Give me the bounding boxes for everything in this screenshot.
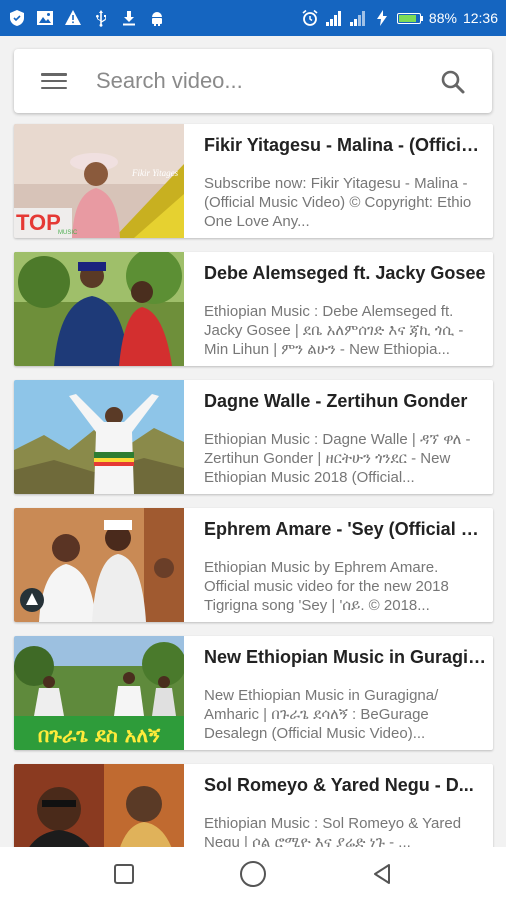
warning-icon: [64, 9, 82, 27]
image-icon: [36, 9, 54, 27]
video-card[interactable]: Dagne Walle - Zertihun Gonder Ethiopian …: [14, 380, 493, 494]
video-description: Ethiopian Music : Debe Alemseged ft. Jac…: [204, 303, 464, 358]
navigation-bar: [0, 847, 506, 900]
clock: 12:36: [462, 10, 498, 26]
video-thumbnail[interactable]: [14, 380, 184, 494]
thumb-caption: Fikir Yitages: [131, 168, 179, 178]
video-card[interactable]: Ephrem Amare - 'Sey (Official Music Vide…: [14, 508, 493, 622]
battery-percent: 88%: [428, 10, 457, 26]
search-bar: [14, 49, 492, 113]
video-card[interactable]: Debe Alemseged ft. Jacky Gosee Ethiopian…: [14, 252, 493, 366]
signal-icon: [325, 9, 343, 27]
search-input[interactable]: [94, 67, 418, 95]
video-card[interactable]: በጉራጌ ደስ አለኝ New Ethiopian Music in Gurag…: [14, 636, 493, 750]
video-thumbnail[interactable]: TOP MUSIC Fikir Yitages: [14, 124, 184, 238]
video-thumbnail[interactable]: [14, 252, 184, 366]
video-description: New Ethiopian Music in Guragigna/ Amhari…: [204, 687, 439, 742]
usb-icon: [92, 9, 110, 27]
recents-icon: [114, 863, 135, 884]
video-description: Subscribe now: Fikir Yitagesu - Malina -…: [204, 175, 472, 230]
recents-button[interactable]: [104, 854, 144, 894]
video-list: TOP MUSIC Fikir Yitages Fikir Yitagesu -…: [14, 124, 493, 892]
back-button[interactable]: [362, 854, 402, 894]
thumb-badge-sub: MUSIC: [58, 230, 78, 236]
back-icon: [373, 863, 390, 884]
home-icon: [239, 860, 266, 887]
thumb-badge: TOP: [16, 210, 61, 235]
video-thumbnail[interactable]: [14, 508, 184, 622]
signal-icon: [349, 9, 367, 27]
shield-icon: [8, 9, 26, 27]
video-title: Fikir Yitagesu - Malina - (Official Musi…: [204, 135, 487, 155]
video-description: Ethiopian Music : Dagne Walle | ዳኘ ዋለ - …: [204, 431, 471, 486]
system-status: 88% 12:36: [301, 9, 498, 27]
video-title: Ephrem Amare - 'Sey (Official Music Vide…: [204, 519, 487, 539]
video-card[interactable]: TOP MUSIC Fikir Yitages Fikir Yitagesu -…: [14, 124, 493, 238]
battery-icon: [396, 12, 423, 24]
video-description: Ethiopian Music by Ephrem Amare. Officia…: [204, 559, 449, 614]
android-icon: [148, 9, 166, 27]
home-button[interactable]: [233, 854, 273, 894]
thumb-caption: በጉራጌ ደስ አለኝ: [38, 723, 161, 747]
video-title: Sol Romeyo & Yared Negu - D...: [204, 775, 474, 795]
status-bar: 88% 12:36: [0, 0, 506, 36]
download-icon: [120, 9, 138, 27]
notification-icons: [8, 9, 166, 27]
video-title: Dagne Walle - Zertihun Gonder: [204, 391, 468, 411]
charging-icon: [373, 9, 391, 27]
video-thumbnail[interactable]: በጉራጌ ደስ አለኝ: [14, 636, 184, 750]
video-title: Debe Alemseged ft. Jacky Gosee: [204, 263, 486, 283]
video-title: New Ethiopian Music in Guragigna: [204, 647, 487, 667]
alarm-icon: [301, 9, 319, 27]
menu-icon[interactable]: [41, 71, 67, 91]
search-icon[interactable]: [440, 69, 466, 95]
